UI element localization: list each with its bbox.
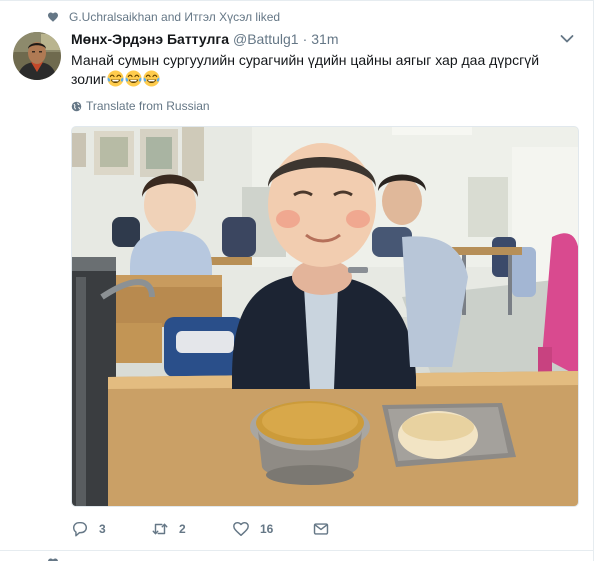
social-context-text[interactable]: G.Uchralsaikhan and Итгэл Хүсэл liked — [69, 10, 280, 24]
globe-icon — [71, 101, 82, 112]
next-item-heart-icon — [47, 556, 59, 561]
reply-count: 3 — [99, 522, 106, 536]
header-separator: · — [302, 31, 308, 47]
tweet-timestamp[interactable]: 31m — [311, 31, 338, 47]
tweet-photo[interactable] — [71, 126, 579, 507]
translate-link[interactable]: Translate from Russian — [71, 99, 210, 113]
frame-top-border — [0, 0, 594, 1]
like-button[interactable]: 16 — [232, 520, 273, 538]
chevron-down-icon[interactable] — [560, 34, 574, 44]
reply-button[interactable]: 3 — [71, 520, 106, 538]
heart-icon — [47, 11, 59, 23]
next-item-cutoff — [69, 556, 139, 561]
tweet-actions: 3 2 16 — [71, 520, 471, 540]
retweet-button[interactable]: 2 — [151, 520, 186, 538]
like-count: 16 — [260, 522, 274, 536]
author-fullname[interactable]: Мөнх-Эрдэнэ Баттулга — [71, 31, 229, 47]
retweet-icon — [151, 520, 169, 538]
tears-of-joy-emoji-icon — [143, 70, 160, 87]
retweet-count: 2 — [179, 522, 186, 536]
direct-message-button[interactable] — [312, 520, 340, 538]
avatar[interactable] — [13, 32, 61, 80]
tears-of-joy-emoji-icon — [125, 70, 142, 87]
translate-label: Translate from Russian — [86, 99, 210, 113]
reply-icon — [71, 520, 89, 538]
tears-of-joy-emoji-icon — [107, 70, 124, 87]
envelope-icon — [312, 520, 330, 538]
social-context: G.Uchralsaikhan and Итгэл Хүсэл liked — [47, 9, 280, 25]
tweet-header: Мөнх-Эрдэнэ Баттулга @Battulg1 · 31m — [71, 31, 339, 47]
heart-outline-icon — [232, 520, 250, 538]
tweet-divider — [0, 550, 594, 551]
tweet-text: Манай сумын сургуулийн сурагчийн үдийн ц… — [71, 51, 551, 89]
author-username[interactable]: @Battulg1 — [233, 31, 299, 47]
